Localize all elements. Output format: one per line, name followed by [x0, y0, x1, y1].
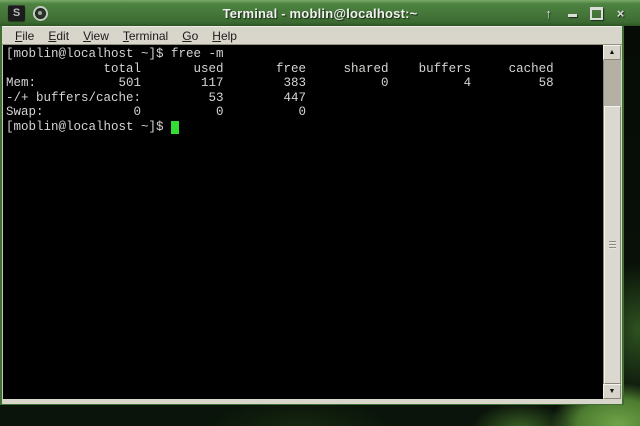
scrollbar-trough[interactable] [603, 60, 621, 384]
scroll-up-icon[interactable]: ▲ [603, 45, 621, 60]
menu-go[interactable]: Go [175, 29, 205, 43]
terminal-prompt-line: [moblin@localhost ~]$ [6, 120, 603, 135]
menu-help[interactable]: Help [205, 29, 244, 43]
shade-window-icon[interactable]: ↑ [541, 5, 556, 21]
terminal-scrollbar: ▲ ▼ [603, 45, 621, 399]
tray-status-icon[interactable] [33, 5, 48, 21]
terminal-line: -/+ buffers/cache: 53 447 [6, 90, 307, 105]
close-window-icon[interactable]: × [613, 5, 628, 21]
tray-logo-icon[interactable]: S [8, 5, 25, 21]
minimize-window-icon[interactable] [565, 5, 580, 21]
terminal-window: File Edit View Terminal Go Help [moblin@… [0, 26, 624, 405]
window-bottom-border [2, 399, 622, 404]
menu-edit[interactable]: Edit [41, 29, 76, 43]
scroll-down-icon[interactable]: ▼ [603, 384, 621, 399]
titlebar: S Terminal - moblin@localhost:~ ↑ × [0, 0, 640, 26]
menu-terminal[interactable]: Terminal [116, 29, 175, 43]
scrollbar-grip [609, 241, 616, 249]
terminal-prompt: [moblin@localhost ~]$ [6, 119, 172, 134]
desktop: { "titlebar": { "title": "Terminal - mob… [0, 0, 640, 426]
terminal-line: Mem: 501 117 383 0 4 58 [6, 76, 554, 90]
menu-view[interactable]: View [76, 29, 116, 43]
terminal-line: Swap: 0 0 0 [6, 105, 307, 119]
menubar: File Edit View Terminal Go Help [2, 26, 622, 44]
menu-file[interactable]: File [8, 29, 41, 43]
terminal-screen[interactable]: [moblin@localhost ~]$ free -m total used… [2, 45, 603, 399]
terminal-content: [moblin@localhost ~]$ free -m total used… [2, 44, 622, 399]
window-controls: ↑ × [541, 0, 628, 26]
scrollbar-thumb[interactable] [604, 106, 621, 384]
system-tray: S [8, 0, 48, 26]
terminal-line: [moblin@localhost ~]$ free -m [6, 47, 224, 61]
terminal-cursor [171, 120, 180, 134]
terminal-line: total used free shared buffers cached [6, 61, 554, 76]
maximize-window-icon[interactable] [589, 5, 604, 21]
